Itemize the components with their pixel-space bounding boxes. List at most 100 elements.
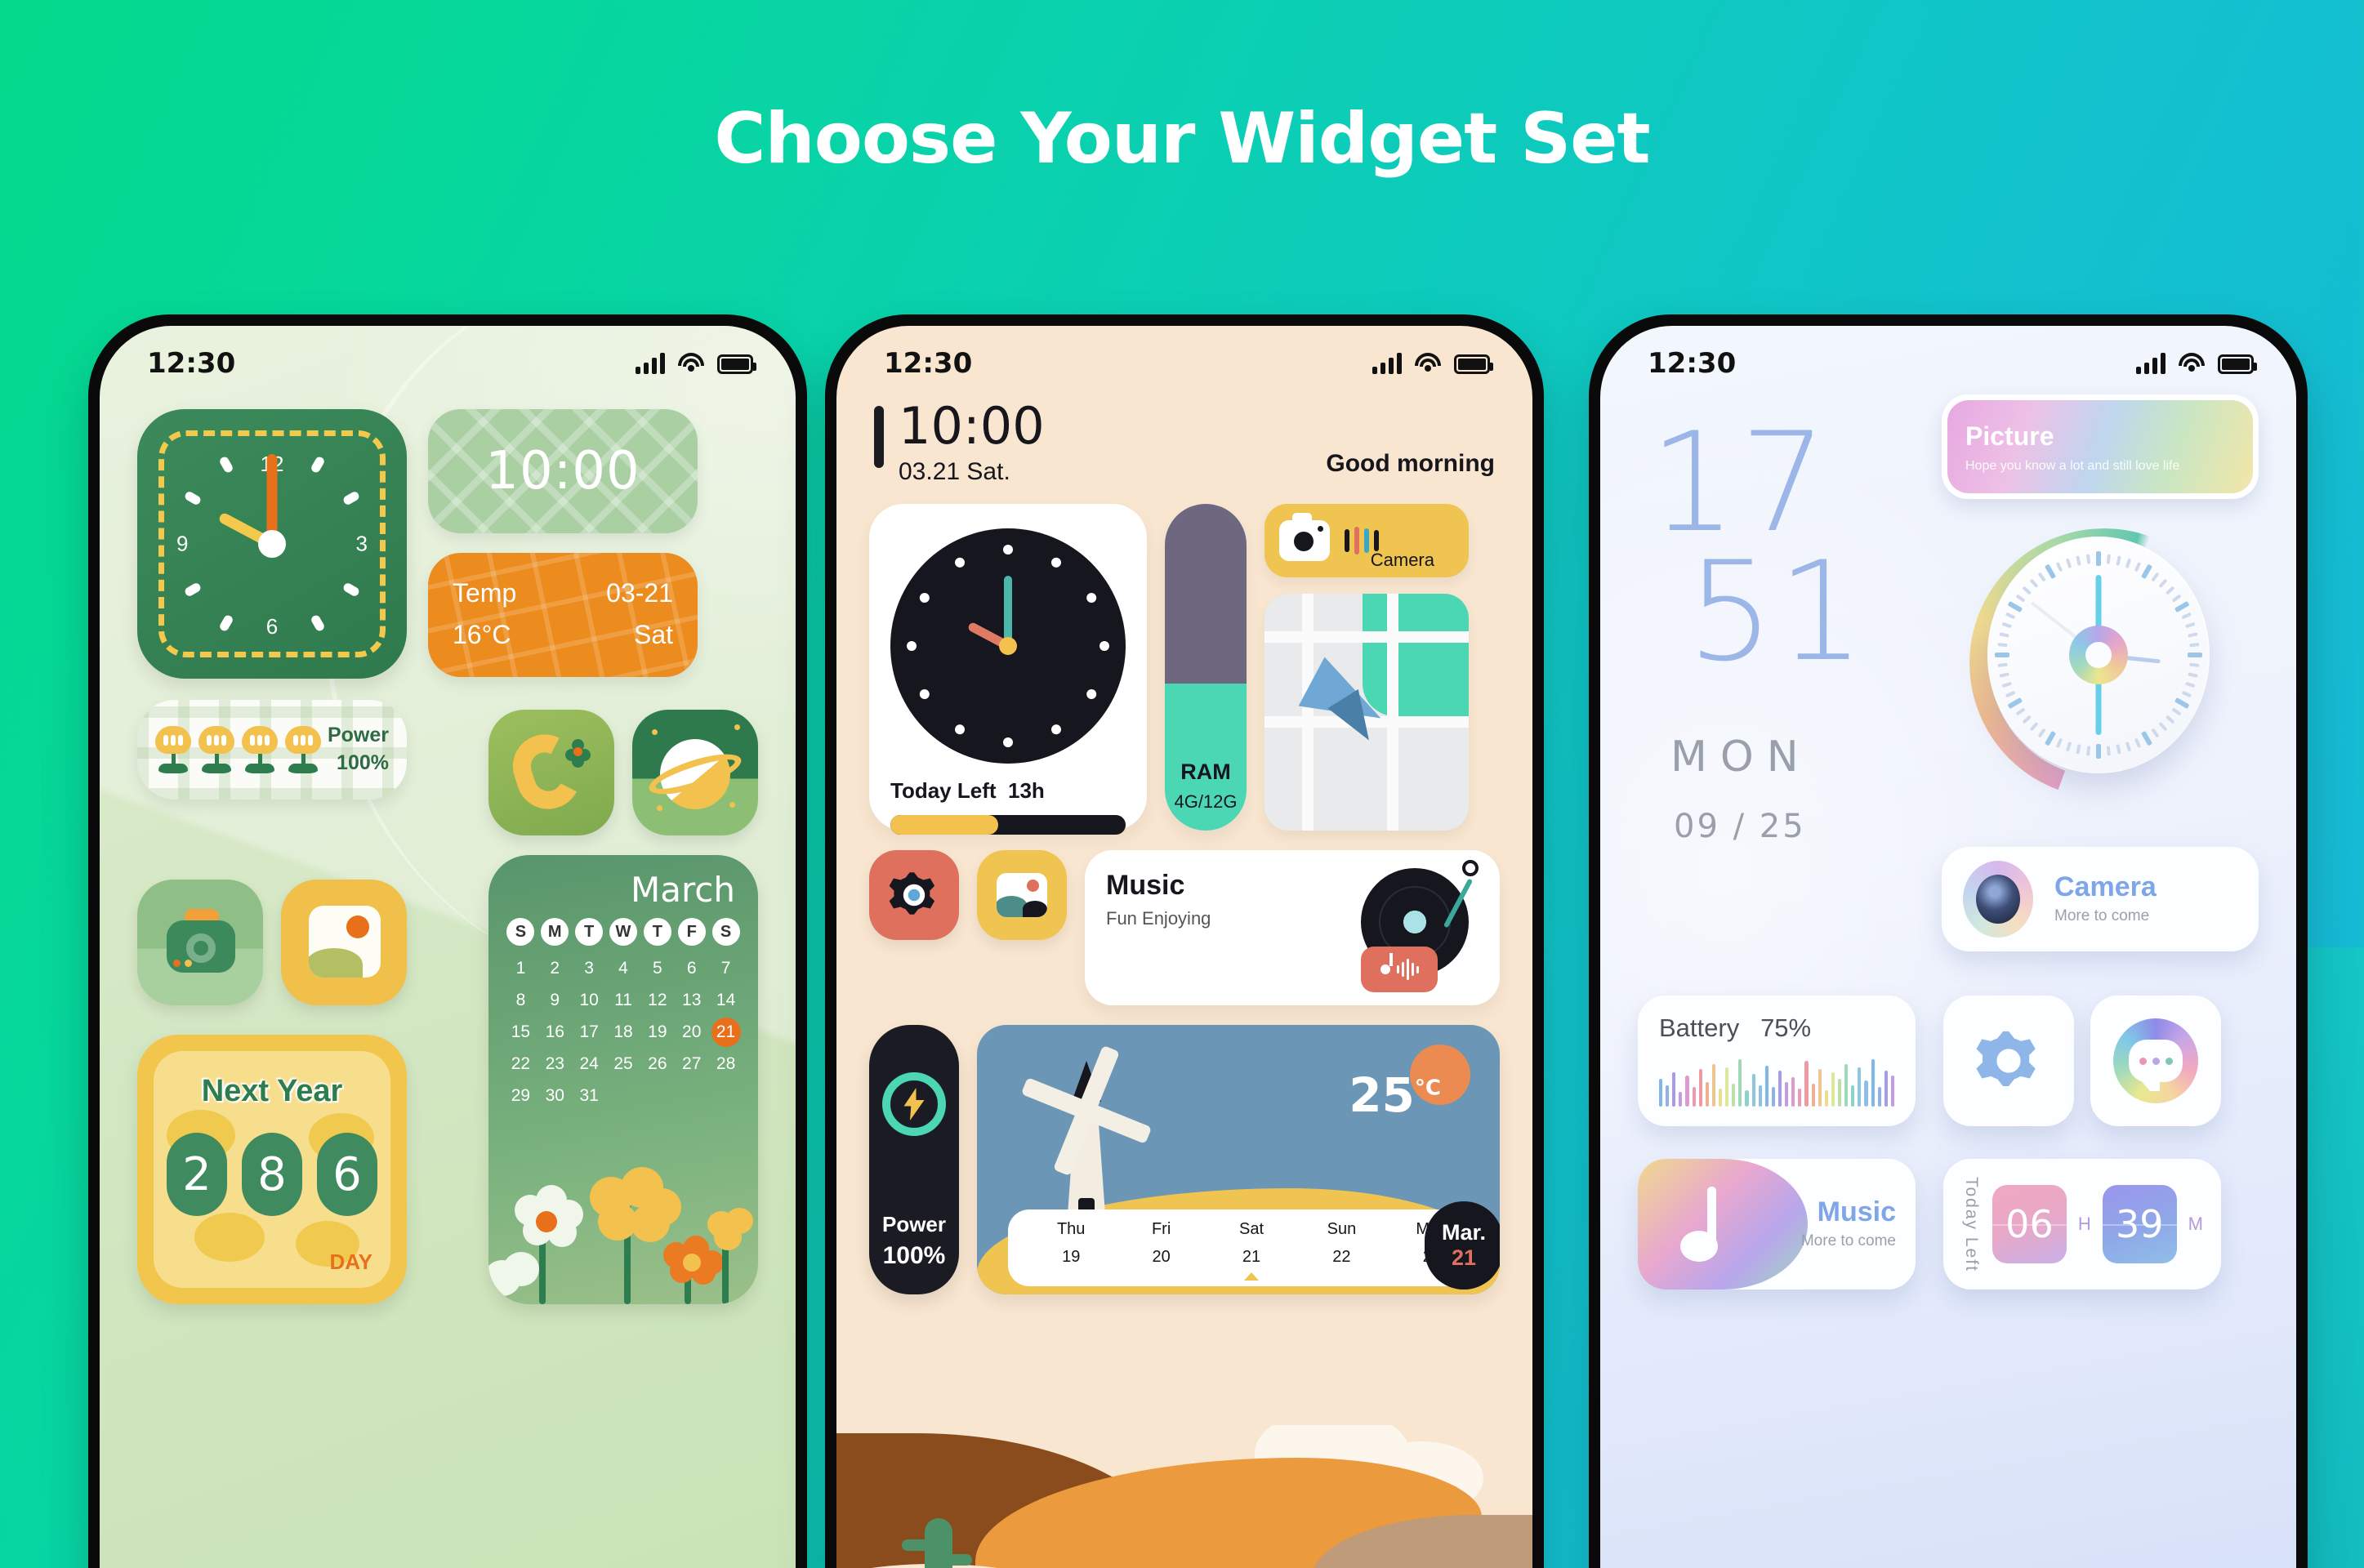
clock-marker [1003,545,1013,555]
temp-weekday: Sat [633,620,673,650]
music-play-button[interactable] [1361,947,1438,992]
calendar-day[interactable]: 16 [539,1018,571,1047]
map-navigation-widget[interactable] [1265,594,1469,831]
clock-tick [2106,746,2111,756]
settings-app-icon[interactable] [1943,996,2074,1126]
calendar-weekday: T [643,918,671,946]
chat-app-icon[interactable] [2090,996,2221,1126]
calendar-weekday: S [506,918,535,946]
calendar-day[interactable]: 20 [676,1018,707,1047]
temperature-widget[interactable]: Temp 03-21 16°C Sat [428,553,698,677]
gallery-app-icon[interactable] [281,880,407,1005]
clock-tick [2106,554,2111,564]
calendar-weekday: M [541,918,569,946]
battery-bar [1732,1084,1736,1107]
calendar-day[interactable]: 26 [641,1049,673,1079]
calendar-day[interactable]: 13 [676,986,707,1015]
calendar-day[interactable]: 15 [505,1018,537,1047]
calendar-weekday: W [609,918,637,946]
weather-widget[interactable]: 25°C Thu19Fri20Sat21Sun22Mon23 Mar. [977,1025,1500,1294]
forecast-day[interactable]: Sat 21 [1207,1215,1296,1281]
today-left-minutes: 39 [2102,1185,2177,1263]
calendar-day[interactable]: 19 [641,1018,673,1047]
calendar-day[interactable]: 12 [641,986,673,1015]
calendar-day[interactable]: 24 [573,1049,605,1079]
calendar-day[interactable]: 28 [710,1049,742,1079]
clock-tick [2022,715,2032,724]
camera-label: Camera [1370,550,1434,570]
calendar-day[interactable]: 23 [539,1049,571,1079]
clock-tick [2022,586,2032,595]
status-time: 12:30 [1648,347,1737,380]
calendar-day[interactable]: 21 [711,1018,741,1047]
forecast-day[interactable]: Fri 20 [1116,1215,1206,1281]
settings-app-icon[interactable] [869,850,959,940]
clock-tick [2151,572,2160,582]
calendar-day-grid[interactable]: 1 2 3 4 5 6 7 8 9 10 11 12 13 14 15 16 17 18 19 20 21 22 23 24 2… [505,954,742,1111]
analog-clock-widget[interactable]: 12 3 6 9 [137,409,407,679]
digital-time-widget[interactable]: 10:00 [428,409,698,533]
calendar-day[interactable]: 18 [608,1018,640,1047]
countdown-widget[interactable]: Next Year 286 DAY [137,1035,407,1304]
clock-marker [1084,687,1099,702]
clock-tick [2188,653,2202,657]
planet-app-icon[interactable] [632,710,758,835]
status-bar: 12:30 [1600,326,2296,390]
calendar-day[interactable]: 29 [505,1081,537,1111]
phone-app-icon[interactable] [488,710,614,835]
ram-widget[interactable]: RAM 4G/12G [1165,504,1247,831]
calendar-day[interactable]: 6 [676,954,707,983]
calendar-day[interactable]: 31 [573,1081,605,1111]
calendar-day[interactable]: 1 [505,954,537,983]
calendar-day[interactable]: 2 [539,954,571,983]
clock-tick [2029,578,2039,589]
clock-tick [2140,730,2153,746]
today-left-label: Today Left [1962,1176,1981,1272]
clock-tick [2055,561,2063,572]
calendar-day[interactable]: 4 [608,954,640,983]
picture-widget[interactable]: Picture Hope you know a lot and still lo… [1942,394,2259,499]
today-left-widget[interactable]: Today Left 06 H 39 M [1943,1159,2221,1290]
clock-tick [2096,744,2101,759]
battery-widget[interactable]: Battery 75% [1638,996,1916,1126]
clock-tick [2086,746,2091,756]
calendar-day[interactable]: 27 [676,1049,707,1079]
battery-bar [1745,1090,1749,1107]
calendar-day[interactable]: 17 [573,1018,605,1047]
weather-forecast-row[interactable]: Thu19Fri20Sat21Sun22Mon23 Mar. 21 [1008,1201,1500,1290]
forecast-day[interactable]: Thu 19 [1026,1215,1116,1281]
music-subtitle: More to come [1800,1232,1896,1250]
battery-bar [1659,1079,1663,1107]
calendar-day[interactable]: 9 [539,986,571,1015]
calendar-day[interactable]: 22 [505,1049,537,1079]
camera-widget[interactable]: Camera More to come [1942,847,2259,951]
gallery-app-icon[interactable] [977,850,1067,940]
phone-mockup-2: 12:30 10:00 03.21 Sat. Good morning Toda… [825,314,1544,1568]
calendar-day[interactable]: 7 [710,954,742,983]
power-widget[interactable]: Power 100% [869,1025,959,1294]
weather-month: Mar. [1441,1220,1487,1245]
calendar-day[interactable]: 11 [608,986,640,1015]
calendar-month: March [630,870,735,910]
calendar-day[interactable]: 3 [573,954,605,983]
camera-lens-icon [1963,861,2033,938]
calendar-day[interactable]: 5 [641,954,673,983]
calendar-day[interactable]: 10 [573,986,605,1015]
clock-tick [1997,662,2008,667]
analog-clock-widget[interactable]: Today Left 13h [869,504,1147,835]
neumorphic-clock-widget[interactable] [1969,528,2239,798]
calendar-day[interactable]: 25 [608,1049,640,1079]
forecast-day[interactable]: Sun 22 [1296,1215,1386,1281]
calendar-widget[interactable]: March SMTWTFS 1 2 3 4 5 6 7 8 9 10 11 12 13 14 15 16 17 1… [488,855,758,1304]
battery-bar [1777,1071,1782,1107]
music-widget[interactable]: Music Fun Enjoying [1085,850,1500,1005]
music-widget[interactable]: Music More to come [1638,1159,1916,1290]
today-left-minutes-unit: M [2188,1214,2203,1234]
camera-widget[interactable]: Camera [1265,504,1469,577]
calendar-day[interactable]: 14 [710,986,742,1015]
power-flowers-widget[interactable]: Power 100% [137,700,407,800]
calendar-day[interactable]: 30 [539,1081,571,1111]
calendar-day[interactable]: 8 [505,986,537,1015]
camera-app-icon[interactable] [137,880,263,1005]
camera-subtitle: More to come [2054,907,2150,924]
